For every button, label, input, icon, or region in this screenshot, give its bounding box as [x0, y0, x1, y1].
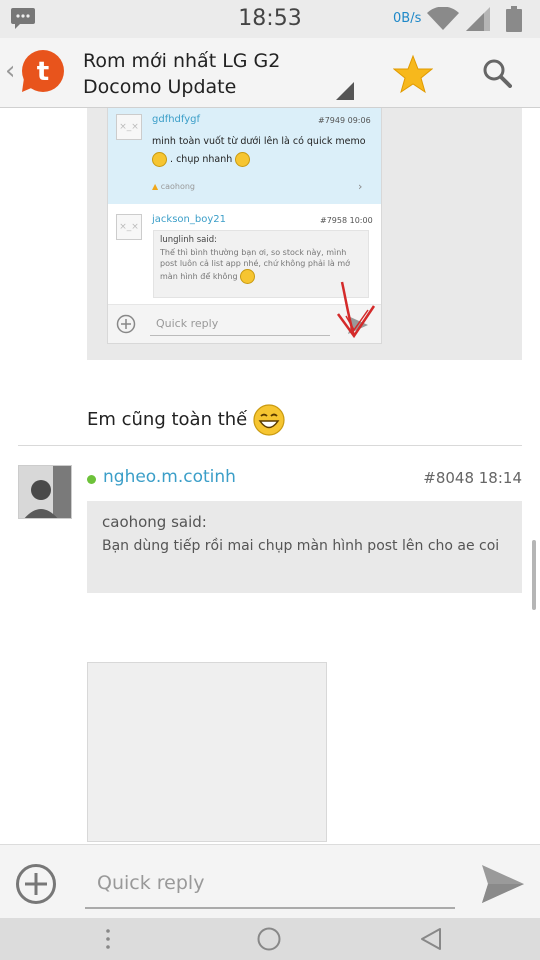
chevron-right-icon: ›: [358, 180, 363, 193]
back-icon[interactable]: [418, 926, 444, 952]
dropdown-icon[interactable]: [336, 82, 354, 100]
svg-text:t: t: [37, 57, 49, 87]
screenshot-avatar-icon: ×_×: [116, 114, 142, 140]
navigation-bar: [0, 918, 540, 960]
screenshot-inner: ×_× gdfhdfygf #7949 09:06 minh toàn vuốt…: [107, 108, 382, 344]
attached-screenshot[interactable]: ×_× gdfhdfygf #7949 09:06 minh toàn vuốt…: [87, 108, 522, 360]
screenshot-avatar-icon: ×_×: [116, 214, 142, 240]
status-bar: 18:53 0B/s: [0, 0, 540, 38]
screenshot-post-meta: #7949 09:06: [318, 116, 371, 125]
smile-emoji-icon: [152, 152, 167, 167]
screenshot-post-1: ×_× gdfhdfygf #7949 09:06 minh toàn vuốt…: [108, 108, 381, 204]
screenshot-quote-text: Thế thì bình thường bạn ơi, so stock này…: [160, 247, 364, 284]
app-logo-icon[interactable]: t: [18, 48, 66, 96]
action-bar: ‹ t Rom mới nhất LG G2 Docomo Update: [0, 38, 540, 108]
screenshot-username: jackson_boy21: [152, 214, 226, 225]
thumbs-up-icon: ▲: [152, 182, 159, 191]
add-icon[interactable]: [15, 863, 57, 905]
menu-icon[interactable]: [98, 926, 118, 952]
thread-content[interactable]: ×_× gdfhdfygf #7949 09:06 minh toàn vuốt…: [0, 108, 540, 844]
screenshot-post-meta: #7958 10:00: [320, 216, 373, 225]
online-status-dot: [87, 475, 96, 484]
post-divider: [18, 445, 522, 446]
screenshot-text-line2: . chụp nhanh: [152, 152, 251, 167]
send-icon[interactable]: [482, 865, 524, 903]
screenshot-like: ▲ caohong: [152, 182, 196, 191]
back-chevron-icon[interactable]: ‹: [5, 56, 15, 86]
network-speed: 0B/s: [393, 11, 422, 26]
screenshot-quote-user: lunglinh said:: [160, 235, 217, 245]
wifi-icon: [427, 7, 459, 30]
scrollbar-thumb[interactable]: [532, 540, 536, 610]
user-photo-icon: [19, 466, 71, 518]
post-body-text: Em cũng toàn thế: [87, 404, 285, 436]
star-icon[interactable]: [393, 54, 433, 94]
screenshot-reply-underline: [150, 335, 330, 336]
home-icon[interactable]: [256, 926, 282, 952]
smile-emoji-icon: [240, 269, 256, 284]
post-number-time: #8048 18:14: [423, 469, 522, 487]
post-username[interactable]: ngheo.m.cotinh: [103, 467, 236, 487]
thread-title-line1[interactable]: Rom mới nhất LG G2: [83, 50, 280, 72]
quick-reply-bar: [0, 844, 540, 918]
post-image-placeholder[interactable]: [87, 662, 327, 842]
post-quote: caohong said: Bạn dùng tiếp rồi mai chụp…: [87, 501, 522, 593]
quote-text: Bạn dùng tiếp rồi mai chụp màn hình post…: [102, 538, 500, 554]
quote-author: caohong said:: [102, 513, 207, 531]
avatar[interactable]: [18, 465, 72, 519]
search-icon[interactable]: [482, 58, 512, 88]
screenshot-reply-placeholder: Quick reply: [156, 317, 219, 330]
red-arrow-annotation: [336, 281, 376, 339]
screenshot-text-line1: minh toàn vuốt từ dưới lên là có quick m…: [152, 136, 366, 147]
add-icon: [116, 314, 136, 334]
quick-reply-input[interactable]: [85, 859, 455, 909]
thread-title-line2[interactable]: Docomo Update: [83, 76, 236, 98]
screenshot-username: gdfhdfygf: [152, 114, 201, 125]
smile-emoji-icon: [235, 152, 251, 167]
grin-emoji-icon: [253, 404, 285, 436]
signal-icon: [466, 7, 490, 31]
battery-icon: [506, 6, 522, 32]
